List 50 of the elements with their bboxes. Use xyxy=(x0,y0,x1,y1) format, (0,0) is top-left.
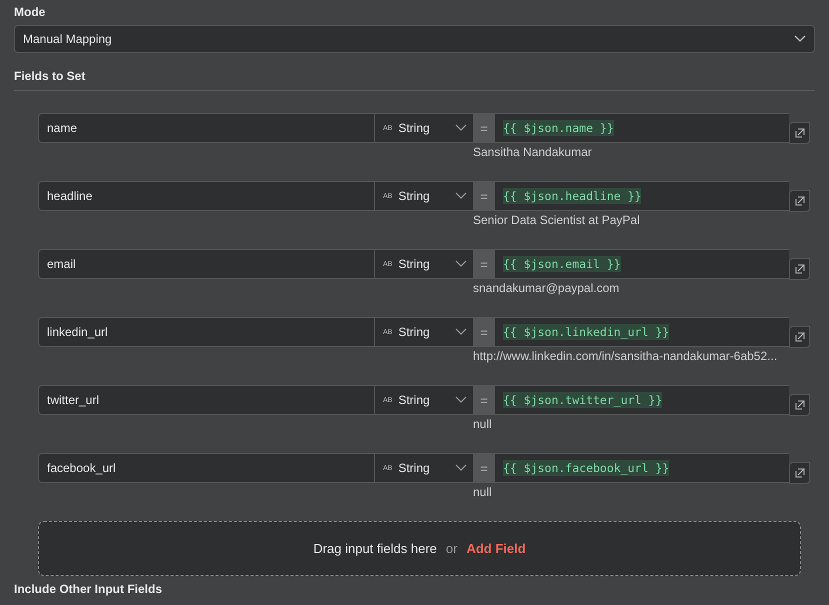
result-preview: null xyxy=(473,417,493,432)
chevron-down-icon xyxy=(455,124,467,132)
expression-marker: = xyxy=(473,453,495,483)
drop-hint: Drag input fields here xyxy=(313,541,437,556)
expression-marker: = xyxy=(473,317,495,347)
expression-marker: = xyxy=(473,181,495,211)
mode-select[interactable]: Manual Mapping xyxy=(14,25,815,53)
expression-input[interactable]: {{ $json.facebook_url }} xyxy=(495,453,789,483)
open-editor-icon xyxy=(794,196,804,206)
open-editor-icon xyxy=(794,128,804,138)
add-field-link[interactable]: Add Field xyxy=(466,541,526,556)
expression-input[interactable]: {{ $json.email }} xyxy=(495,249,789,279)
mode-label: Mode xyxy=(14,4,46,20)
expand-button[interactable] xyxy=(789,462,810,484)
open-editor-icon xyxy=(794,468,804,478)
open-editor-icon xyxy=(794,400,804,410)
field-name-input[interactable]: facebook_url xyxy=(38,453,375,483)
expression-input[interactable]: {{ $json.headline }} xyxy=(495,181,789,211)
expression-input[interactable]: {{ $json.linkedin_url }} xyxy=(495,317,789,347)
field-name-input[interactable]: headline xyxy=(38,181,375,211)
expand-button[interactable] xyxy=(789,394,810,416)
expression-marker: = xyxy=(473,385,495,415)
section-title: Fields to Set xyxy=(14,68,86,84)
open-editor-icon xyxy=(794,332,804,342)
result-preview: Sansitha Nandakumar xyxy=(473,145,593,160)
or-text: or xyxy=(446,541,458,556)
result-preview: http://www.linkedin.com/in/sansitha-nandakumar-6ab52... xyxy=(473,349,778,364)
result-preview: null xyxy=(473,485,493,500)
field-name-input[interactable]: email xyxy=(38,249,375,279)
expand-button[interactable] xyxy=(789,326,810,348)
chevron-down-icon xyxy=(455,260,467,268)
chevron-down-icon xyxy=(794,35,806,43)
open-editor-icon xyxy=(794,264,804,274)
result-preview: snandakumar@paypal.com xyxy=(473,281,620,296)
result-preview: Senior Data Scientist at PayPal xyxy=(473,213,641,228)
expand-button[interactable] xyxy=(789,122,810,144)
section-title: Include Other Input Fields xyxy=(14,581,164,597)
chevron-down-icon xyxy=(455,192,467,200)
expand-button[interactable] xyxy=(789,190,810,212)
expression-input[interactable]: {{ $json.twitter_url }} xyxy=(495,385,789,415)
chevron-down-icon xyxy=(455,396,467,404)
chevron-down-icon xyxy=(455,464,467,472)
field-name-input[interactable]: name xyxy=(38,113,375,143)
chevron-down-icon xyxy=(455,328,467,336)
field-name-input[interactable]: twitter_url xyxy=(38,385,375,415)
expand-button[interactable] xyxy=(789,258,810,280)
expression-input[interactable]: {{ $json.name }} xyxy=(495,113,789,143)
expression-marker: = xyxy=(473,113,495,143)
field-name-input[interactable]: linkedin_url xyxy=(38,317,375,347)
expression-marker: = xyxy=(473,249,495,279)
